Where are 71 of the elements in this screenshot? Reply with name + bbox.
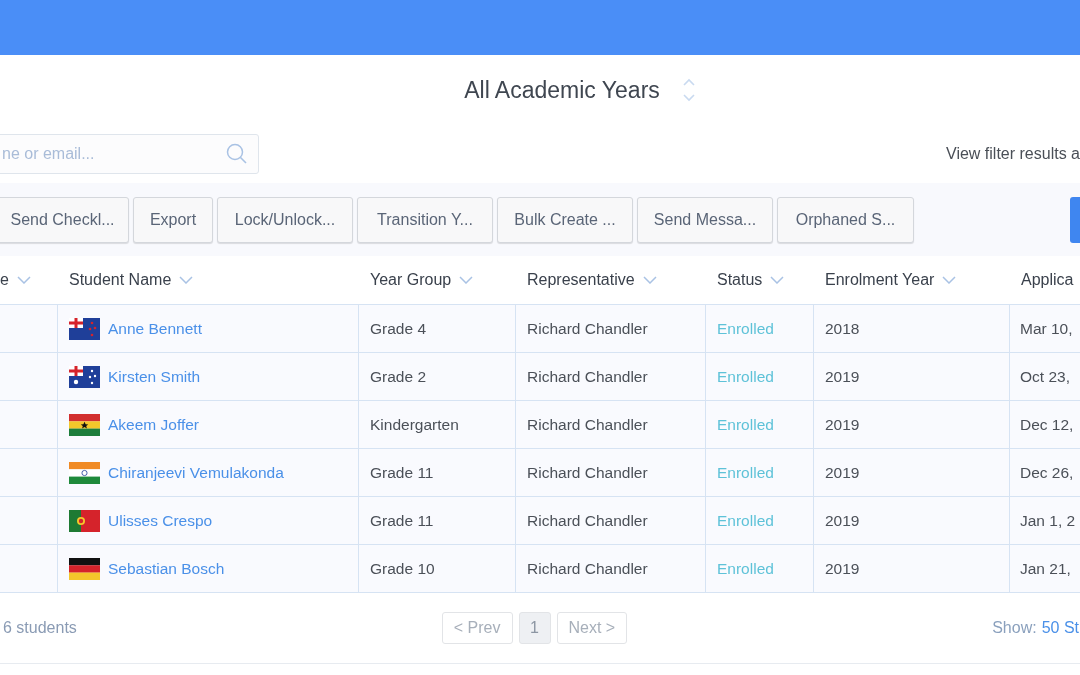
show-label: Show: — [992, 619, 1037, 637]
student-name-link[interactable]: Sebastian Bosch — [108, 559, 225, 578]
chevron-icon[interactable] — [179, 276, 194, 284]
academic-year-selector[interactable]: All Academic Years — [464, 76, 660, 104]
representative-cell: Richard Chandler — [527, 463, 648, 482]
year-cell: 2018 — [825, 319, 860, 338]
column-header[interactable]: Enrolment Year — [825, 271, 935, 289]
column-header[interactable]: e — [0, 271, 9, 289]
column-header[interactable]: Representative — [527, 271, 635, 289]
flag-icon — [69, 317, 100, 340]
date-cell: Mar 10, — [1020, 319, 1073, 338]
status-cell: Enrolled — [717, 559, 774, 578]
representative-cell: Richard Chandler — [527, 559, 648, 578]
status-cell: Enrolled — [717, 463, 774, 482]
flag-icon — [69, 557, 100, 580]
year-group-cell: Grade 11 — [370, 511, 434, 530]
filter-note: View filter results a — [946, 145, 1080, 163]
flag-icon — [69, 509, 100, 532]
status-cell: Enrolled — [717, 511, 774, 530]
date-cell: Jan 21, — [1020, 559, 1071, 578]
year-group-cell: Kindergarten — [370, 415, 459, 434]
page-size-link[interactable]: 50 St — [1041, 619, 1079, 637]
column-header[interactable]: Student Name — [69, 271, 172, 289]
student-name-link[interactable]: Chiranjeevi Vemulakonda — [108, 463, 284, 482]
column-header[interactable]: Status — [717, 271, 763, 289]
chevron-icon[interactable] — [942, 276, 957, 284]
representative-cell: Richard Chandler — [527, 319, 648, 338]
year-cell: 2019 — [825, 559, 860, 578]
date-cell: Jan 1, 2 — [1020, 511, 1076, 530]
toolbar-button[interactable]: Export — [133, 196, 213, 243]
year-cell: 2019 — [825, 463, 860, 482]
year-cell: 2019 — [825, 415, 860, 434]
search-icon[interactable] — [226, 143, 248, 165]
year-cell: 2019 — [825, 511, 860, 530]
toolbar-button[interactable]: Orphaned S... — [777, 196, 914, 243]
year-group-cell: Grade 2 — [370, 367, 426, 386]
toolbar-button[interactable]: Lock/Unlock... — [217, 196, 353, 243]
chevron-icon[interactable] — [459, 276, 474, 284]
representative-cell: Richard Chandler — [527, 511, 648, 530]
date-cell: Dec 26, — [1020, 463, 1074, 482]
student-name-link[interactable]: Anne Bennett — [108, 319, 202, 338]
year-group-cell: Grade 4 — [370, 319, 426, 338]
flag-icon — [69, 461, 100, 484]
student-name-link[interactable]: Akeem Joffer — [108, 415, 200, 434]
status-cell: Enrolled — [717, 415, 774, 434]
year-group-cell: Grade 11 — [370, 463, 434, 482]
representative-cell: Richard Chandler — [527, 415, 648, 434]
sort-icon[interactable] — [681, 77, 696, 103]
column-header[interactable]: Year Group — [370, 271, 452, 289]
toolbar-button[interactable]: Transition Y... — [357, 196, 493, 243]
student-count: 6 students — [3, 619, 77, 637]
student-name-link[interactable]: Kirsten Smith — [108, 367, 201, 386]
search-field[interactable]: ne or email... — [0, 134, 259, 174]
year-cell: 2019 — [825, 367, 860, 386]
status-cell: Enrolled — [717, 367, 774, 386]
date-cell: Dec 12, — [1020, 415, 1074, 434]
action-button[interactable] — [1070, 196, 1080, 243]
status-cell: Enrolled — [717, 319, 774, 338]
representative-cell: Richard Chandler — [527, 367, 648, 386]
toolbar-button[interactable]: Bulk Create ... — [497, 196, 633, 243]
flag-icon — [69, 365, 100, 388]
date-cell: Oct 23, — [1020, 367, 1070, 386]
student-name-link[interactable]: Ulisses Crespo — [108, 511, 213, 530]
column-header[interactable]: Applica — [1021, 271, 1074, 289]
year-group-cell: Grade 10 — [370, 559, 435, 578]
chevron-icon[interactable] — [642, 276, 657, 284]
flag-icon — [69, 413, 100, 436]
toolbar-button[interactable]: Send Messa... — [637, 196, 773, 243]
chevron-icon[interactable] — [770, 276, 785, 284]
chevron-icon[interactable] — [16, 276, 31, 284]
toolbar-button[interactable]: Send Checkl... — [0, 196, 129, 243]
